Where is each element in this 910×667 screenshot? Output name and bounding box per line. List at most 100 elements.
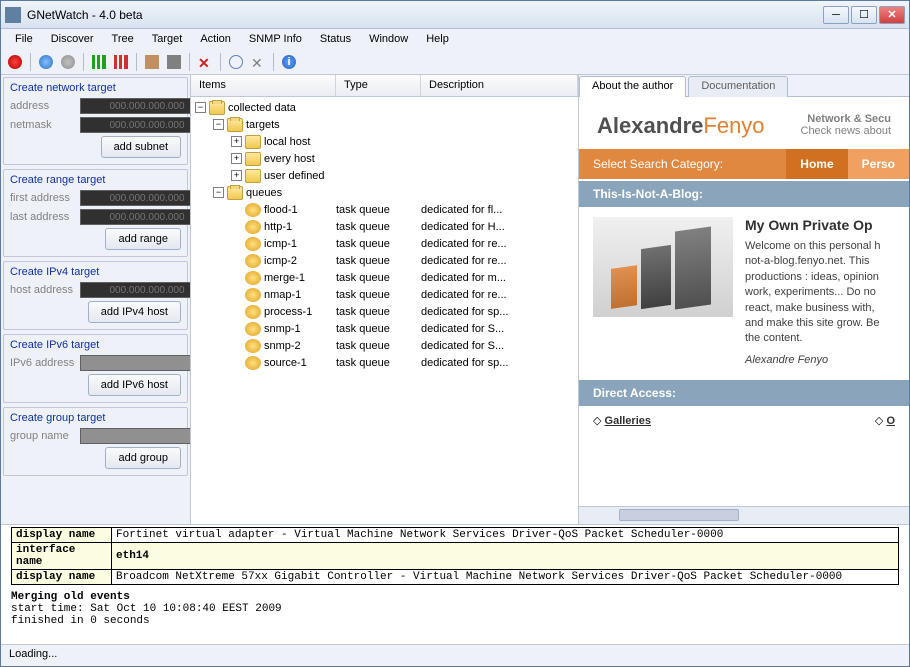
tree-item-desc: dedicated for re... — [421, 255, 507, 267]
tab-about-author[interactable]: About the author — [579, 76, 686, 97]
folder-icon — [245, 152, 261, 166]
tree-item-label: queues — [246, 187, 336, 199]
add-button[interactable]: add range — [105, 228, 181, 250]
folder-icon — [227, 118, 243, 132]
menu-discover[interactable]: Discover — [43, 31, 102, 47]
collapse-icon[interactable]: − — [213, 187, 224, 198]
tree-item-desc: dedicated for S... — [421, 340, 504, 352]
post-signature: Alexandre Fenyo — [745, 353, 895, 368]
tree-row[interactable]: snmp-1task queuededicated for S... — [191, 320, 578, 337]
tree-row[interactable]: http-1task queuededicated for H... — [191, 218, 578, 235]
log-panel[interactable]: display name Fortinet virtual adapter - V… — [1, 524, 909, 644]
address-input[interactable] — [80, 428, 191, 444]
address-input[interactable] — [80, 282, 191, 298]
tree-body[interactable]: −collected data−targets + local host + every… — [191, 97, 578, 524]
tree-item-type: task queue — [336, 204, 421, 216]
menu-help[interactable]: Help — [418, 31, 457, 47]
link-galleries[interactable]: Galleries — [605, 415, 651, 427]
tree-row[interactable]: process-1task queuededicated for sp... — [191, 303, 578, 320]
folder-icon — [209, 101, 225, 115]
menu-file[interactable]: File — [7, 31, 41, 47]
web-content[interactable]: AlexandreFenyo Network & Secu Check news… — [579, 97, 909, 506]
tree-item-label: icmp-1 — [264, 238, 336, 250]
tree-row[interactable]: − queues — [191, 184, 578, 201]
tree-item-label: flood-1 — [264, 204, 336, 216]
nav-perso[interactable]: Perso — [848, 149, 909, 179]
menu-window[interactable]: Window — [361, 31, 416, 47]
nav-home[interactable]: Home — [786, 149, 847, 179]
brush-icon[interactable] — [142, 52, 162, 72]
expand-icon[interactable]: + — [231, 170, 242, 181]
tree-row[interactable]: icmp-1task queuededicated for re... — [191, 235, 578, 252]
address-input[interactable] — [80, 117, 191, 133]
tree-row[interactable]: icmp-2task queuededicated for re... — [191, 252, 578, 269]
tree-item-desc: dedicated for H... — [421, 221, 505, 233]
menu-tree[interactable]: Tree — [104, 31, 142, 47]
expand-icon[interactable]: + — [231, 153, 242, 164]
link-other[interactable]: O — [886, 415, 895, 427]
info-icon[interactable]: i — [279, 52, 299, 72]
menu-action[interactable]: Action — [192, 31, 239, 47]
tree-item-desc: dedicated for re... — [421, 238, 507, 250]
gear-icon — [245, 305, 261, 319]
tree-row[interactable]: −targets — [191, 116, 578, 133]
statusbar: Loading... — [1, 644, 909, 666]
tab-documentation[interactable]: Documentation — [688, 76, 788, 97]
tree-row[interactable]: + local host — [191, 133, 578, 150]
tree-row[interactable]: −collected data — [191, 99, 578, 116]
address-input[interactable] — [80, 190, 191, 206]
site-tagline: Network & Secu Check news about — [801, 113, 892, 139]
tree-item-label: icmp-2 — [264, 255, 336, 267]
add-button[interactable]: add subnet — [101, 136, 181, 158]
address-input[interactable] — [80, 209, 191, 225]
collapse-icon[interactable]: − — [195, 102, 206, 113]
col-type[interactable]: Type — [336, 75, 421, 96]
add-button[interactable]: add IPv6 host — [88, 374, 181, 396]
col-description[interactable]: Description — [421, 75, 578, 96]
tree-row[interactable]: nmap-1task queuededicated for re... — [191, 286, 578, 303]
menu-status[interactable]: Status — [312, 31, 359, 47]
delete-icon[interactable]: ✕ — [195, 52, 215, 72]
tree-item-label: local host — [264, 136, 336, 148]
address-input[interactable] — [80, 98, 191, 114]
clock-icon[interactable] — [226, 52, 246, 72]
minimize-button[interactable]: ─ — [823, 6, 849, 24]
col-items[interactable]: Items — [191, 75, 336, 96]
address-input[interactable] — [80, 355, 191, 371]
close-button[interactable]: ✕ — [879, 6, 905, 24]
collapse-icon[interactable]: − — [213, 119, 224, 130]
scrollbar-thumb[interactable] — [619, 509, 739, 521]
tree-row[interactable]: flood-1task queuededicated for fl... — [191, 201, 578, 218]
expand-icon[interactable]: + — [231, 136, 242, 147]
power-icon[interactable] — [5, 52, 25, 72]
tree-row[interactable]: source-1task queuededicated for sp... — [191, 354, 578, 371]
tree-item-label: every host — [264, 153, 336, 165]
tree-row[interactable]: + every host — [191, 150, 578, 167]
add-button[interactable]: add IPv4 host — [88, 301, 181, 323]
folder-icon — [245, 135, 261, 149]
menu-snmp-info[interactable]: SNMP Info — [241, 31, 310, 47]
globe-disabled-icon[interactable] — [58, 52, 78, 72]
globe-icon[interactable] — [36, 52, 56, 72]
tree-row[interactable]: +user defined — [191, 167, 578, 184]
tree-item-desc: dedicated for sp... — [421, 357, 508, 369]
cancel-icon[interactable]: ✕ — [248, 52, 268, 72]
bars-red-icon[interactable] — [111, 52, 131, 72]
tree-item-label: source-1 — [264, 357, 336, 369]
tab-strip: About the author Documentation — [579, 75, 909, 97]
tree-row[interactable]: merge-1task queuededicated for m... — [191, 269, 578, 286]
folder-icon — [245, 169, 261, 183]
tool-icon[interactable] — [164, 52, 184, 72]
add-button[interactable]: add group — [105, 447, 181, 469]
tree-row[interactable]: snmp-2task queuededicated for S... — [191, 337, 578, 354]
log-val: Fortinet virtual adapter - Virtual Machi… — [112, 528, 899, 543]
gear-icon — [245, 356, 261, 370]
gear-icon — [245, 254, 261, 268]
tree-item-type: task queue — [336, 289, 421, 301]
log-key: display name — [12, 570, 112, 585]
menu-target[interactable]: Target — [144, 31, 191, 47]
bars-green-icon[interactable] — [89, 52, 109, 72]
horizontal-scrollbar[interactable] — [579, 506, 909, 524]
maximize-button[interactable]: ☐ — [851, 6, 877, 24]
titlebar[interactable]: GNetWatch - 4.0 beta ─ ☐ ✕ — [1, 1, 909, 29]
